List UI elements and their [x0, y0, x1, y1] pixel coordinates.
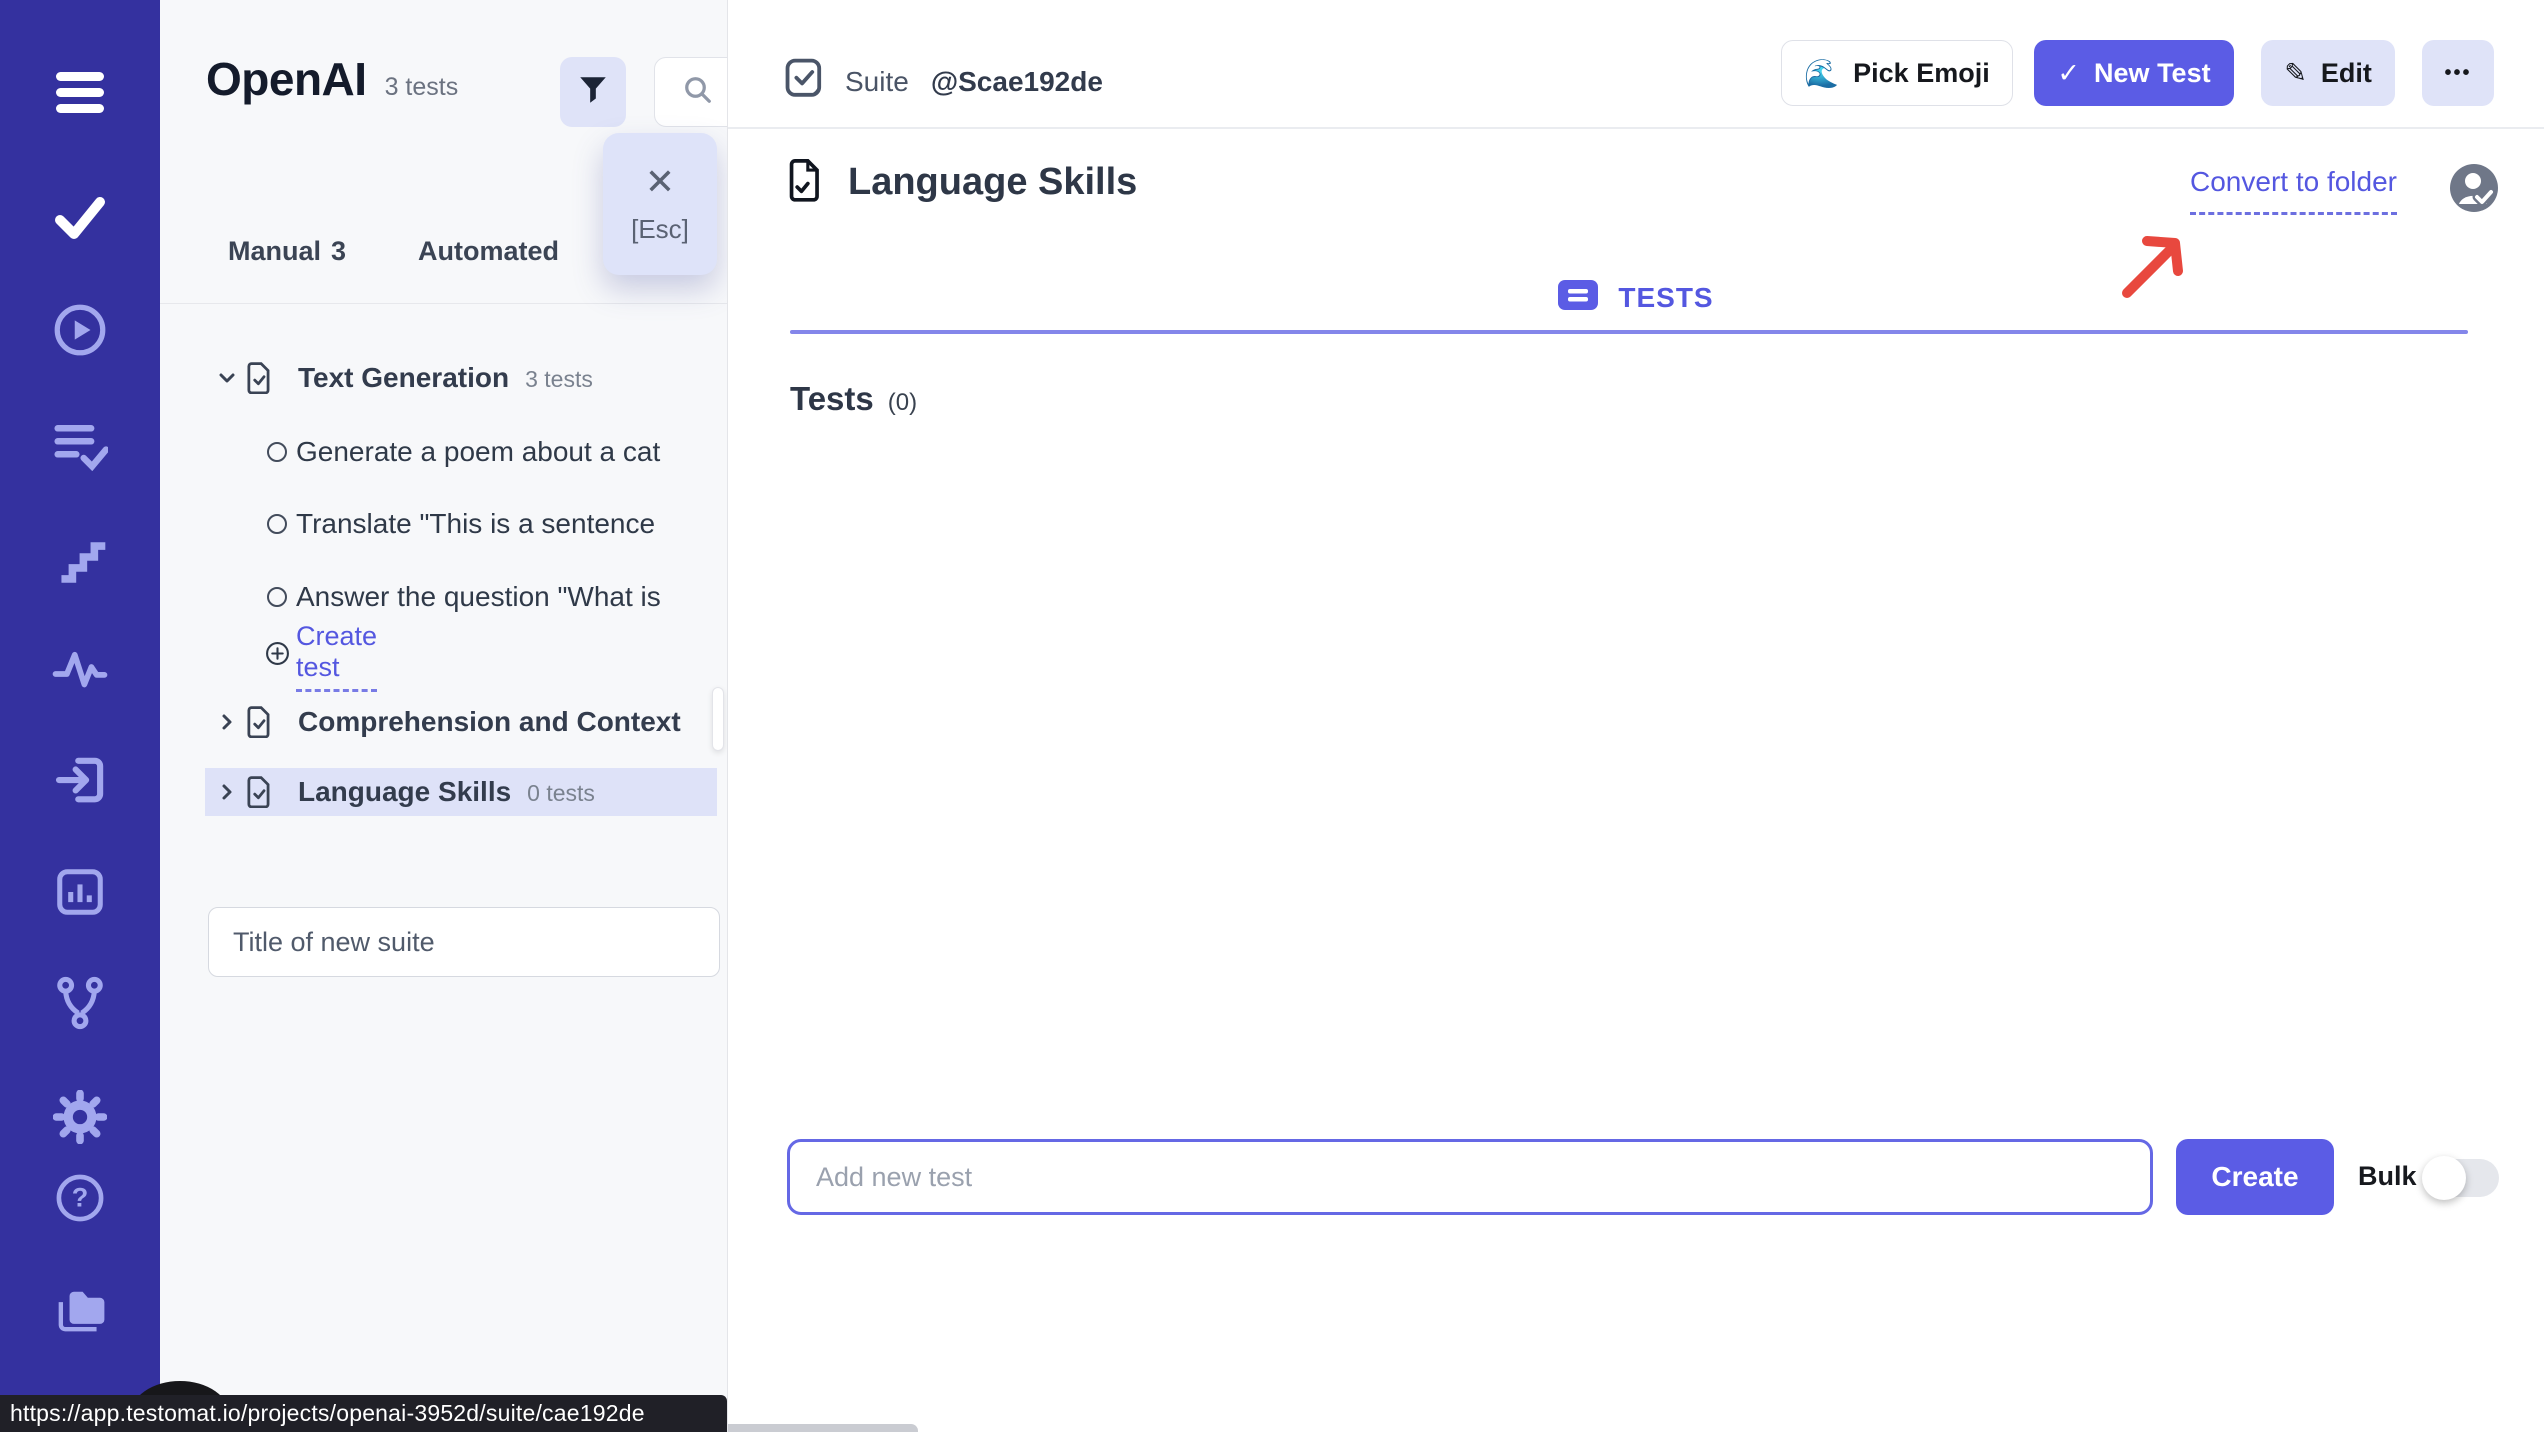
- suite-name: Language Skills: [298, 776, 511, 807]
- suite-doc-check-icon: [246, 776, 272, 813]
- suite-row-comprehension[interactable]: Comprehension and Context: [160, 698, 728, 746]
- import-icon[interactable]: [50, 750, 110, 810]
- suite-label: Text Generation 3 tests: [298, 362, 593, 394]
- suite-breadcrumb: Suite @Scae192de: [785, 58, 1103, 105]
- tests-heading-count: (0): [888, 389, 917, 417]
- close-search-popover: ✕ [Esc]: [603, 133, 717, 275]
- test-status-circle-icon: [267, 514, 287, 534]
- svg-text:?: ?: [72, 1182, 89, 1212]
- tests-heading: Tests (0): [790, 380, 917, 418]
- project-title: OpenAI: [206, 52, 367, 106]
- doc-check-icon: [788, 158, 822, 207]
- project-tests-count: 3 tests: [385, 73, 459, 102]
- checklist-icon[interactable]: [50, 415, 110, 475]
- test-status-circle-icon: [267, 442, 287, 462]
- search-box: [654, 57, 728, 127]
- wave-emoji-icon: 🌊: [1804, 57, 1839, 90]
- create-button[interactable]: Create: [2176, 1139, 2334, 1215]
- test-row[interactable]: Answer the question "What is: [160, 574, 728, 620]
- tab-automated[interactable]: Automated: [418, 236, 569, 267]
- tests-heading-label: Tests: [790, 380, 874, 418]
- pencil-icon: ✎: [2284, 58, 2307, 89]
- test-title: Generate a poem about a cat: [296, 436, 660, 468]
- hidden-widget-pill: [700, 1424, 918, 1432]
- test-row[interactable]: Translate "This is a sentence: [160, 501, 728, 547]
- pick-emoji-button[interactable]: 🌊 Pick Emoji: [1781, 40, 2013, 106]
- tests-tab-underline: [790, 330, 2468, 334]
- suite-doc-check-icon: [246, 362, 272, 399]
- play-circle-icon[interactable]: [50, 300, 110, 360]
- page-title-row: Language Skills: [788, 158, 1137, 207]
- plus-circle-icon: [265, 641, 290, 671]
- search-icon: [683, 75, 713, 110]
- tab-automated-label: Automated: [418, 236, 559, 266]
- help-icon[interactable]: ?: [50, 1168, 110, 1228]
- branch-icon[interactable]: [50, 973, 110, 1033]
- new-test-label: New Test: [2094, 58, 2211, 89]
- ellipsis-icon: •••: [2444, 62, 2471, 85]
- add-new-test-input[interactable]: [787, 1139, 2153, 1215]
- suites-panel: OpenAI 3 tests ✕ [Esc] Manual 3 Automated: [160, 0, 728, 1432]
- new-suite-input[interactable]: [208, 907, 720, 977]
- test-title: Translate "This is a sentence: [296, 508, 655, 540]
- tab-manual-count: 3: [331, 236, 346, 266]
- test-title: Answer the question "What is: [296, 581, 661, 613]
- edit-label: Edit: [2321, 58, 2372, 89]
- tests-card-icon: [1558, 280, 1598, 315]
- esc-hint: [Esc]: [631, 214, 689, 245]
- suite-label: Comprehension and Context: [298, 706, 681, 738]
- filter-funnel-icon: [576, 73, 610, 112]
- suite-name: Text Generation: [298, 362, 509, 393]
- test-status-circle-icon: [267, 587, 287, 607]
- suite-row-language-skills[interactable]: Language Skills 0 tests: [160, 768, 728, 816]
- chevron-down-icon[interactable]: [215, 366, 239, 395]
- header-divider: [728, 127, 2544, 129]
- suite-count: 0 tests: [527, 780, 595, 806]
- suite-doc-check-icon: [246, 706, 272, 743]
- suite-detail: Suite @Scae192de 🌊 Pick Emoji ✓ New Test…: [728, 0, 2544, 1432]
- pulse-icon[interactable]: [50, 637, 110, 697]
- tree-scrollbar-thumb[interactable]: [712, 687, 724, 751]
- assignee-avatar-icon[interactable]: [2450, 164, 2498, 212]
- tab-tests[interactable]: TESTS: [728, 280, 2544, 315]
- suite-count: 3 tests: [525, 366, 593, 392]
- create-test-link[interactable]: Create test: [296, 621, 377, 692]
- tab-manual-label: Manual: [228, 236, 321, 266]
- suite-check-square-icon: [785, 58, 823, 105]
- more-actions-button[interactable]: •••: [2422, 40, 2494, 106]
- new-test-button[interactable]: ✓ New Test: [2034, 40, 2234, 106]
- nav-rail: ?: [0, 0, 160, 1432]
- suite-row-text-generation[interactable]: Text Generation 3 tests: [160, 354, 728, 402]
- filter-button[interactable]: [560, 57, 626, 127]
- bulk-toggle[interactable]: [2425, 1159, 2499, 1197]
- page-title: Language Skills: [848, 161, 1137, 204]
- runs-check-icon[interactable]: [50, 188, 110, 248]
- suite-name: Comprehension and Context: [298, 706, 681, 737]
- status-url-text: https://app.testomat.io/projects/openai-…: [10, 1400, 645, 1427]
- bulk-label: Bulk: [2358, 1161, 2417, 1192]
- settings-gear-icon[interactable]: [50, 1087, 110, 1147]
- browser-status-url: https://app.testomat.io/projects/openai-…: [0, 1395, 727, 1432]
- tests-tab-label: TESTS: [1618, 282, 1713, 314]
- convert-to-folder-link[interactable]: Convert to folder: [2190, 166, 2397, 215]
- analytics-icon[interactable]: [50, 862, 110, 922]
- bulk-toggle-knob[interactable]: [2422, 1156, 2466, 1200]
- suite-word: Suite: [845, 66, 909, 98]
- projects-folder-icon[interactable]: [50, 1280, 110, 1340]
- steps-icon[interactable]: [50, 527, 110, 587]
- menu-icon[interactable]: [50, 62, 110, 122]
- chevron-right-icon[interactable]: [215, 710, 239, 739]
- suite-id: @Scae192de: [931, 66, 1103, 98]
- check-icon: ✓: [2057, 58, 2080, 89]
- close-icon[interactable]: ✕: [645, 164, 675, 200]
- suite-label: Language Skills 0 tests: [298, 776, 595, 808]
- app-window: ? OpenAI 3 tests ✕ [Esc] Ma: [0, 0, 2544, 1432]
- project-header: OpenAI 3 tests: [206, 52, 458, 106]
- chevron-right-icon[interactable]: [215, 780, 239, 809]
- edit-button[interactable]: ✎ Edit: [2261, 40, 2395, 106]
- pick-emoji-label: Pick Emoji: [1853, 58, 1990, 89]
- test-row[interactable]: Generate a poem about a cat: [160, 429, 728, 475]
- tab-manual[interactable]: Manual 3: [228, 236, 346, 267]
